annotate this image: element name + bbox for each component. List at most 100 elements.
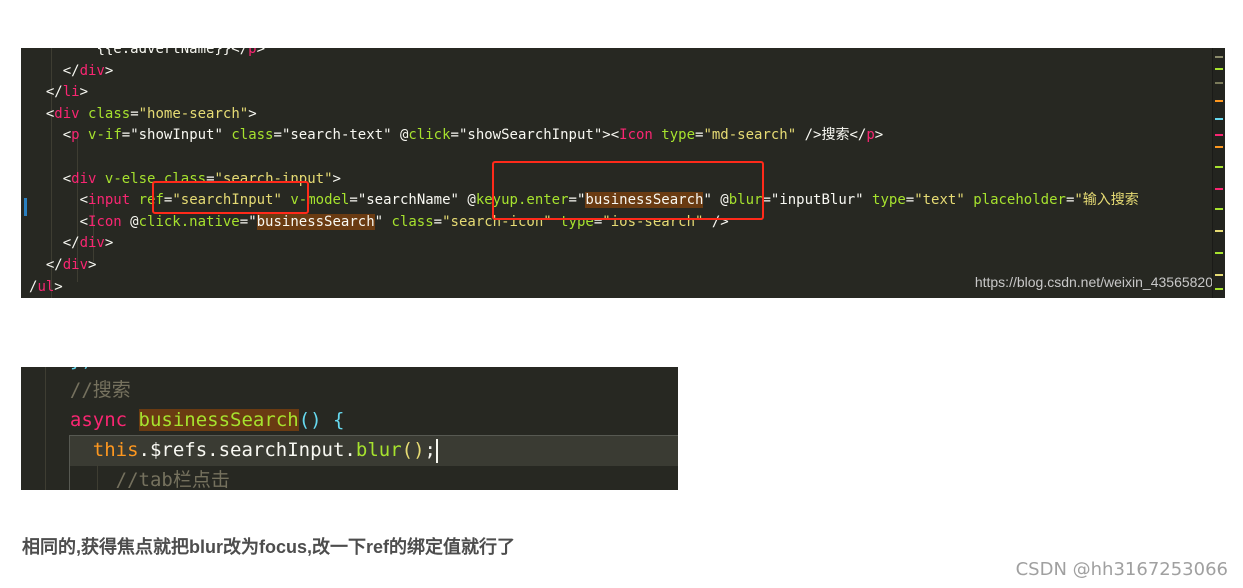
code-token: this — [92, 439, 139, 461]
code-token: class — [391, 213, 434, 230]
code-token: //搜索 — [69, 379, 131, 401]
code-token: click — [408, 127, 451, 144]
text-cursor — [435, 438, 438, 463]
code-token: </ — [231, 48, 249, 57]
code-line: //搜索 — [47, 375, 131, 405]
minimap[interactable] — [1212, 48, 1225, 298]
code-token: Icon — [619, 127, 653, 144]
code-token: "输入搜索 — [1074, 192, 1139, 209]
code-token: = — [349, 192, 358, 209]
code-token: </ — [62, 235, 80, 252]
code-token: > — [602, 127, 611, 144]
csdn-watermark: CSDN @hh3167253066 — [1015, 559, 1228, 580]
code-token: "showInput" — [130, 127, 223, 144]
code-token: async — [69, 409, 128, 431]
code-token: = — [130, 105, 139, 122]
code-token: {{e.advertName}} — [96, 48, 232, 57]
code-token: "text" — [914, 192, 965, 209]
code-line: async businessSearch() { — [47, 405, 344, 435]
code-token: li — [62, 84, 80, 101]
code-token: < — [79, 213, 89, 230]
annotation-box-keyup-enter — [492, 161, 764, 220]
code-token: > — [79, 84, 89, 101]
code-token: click.native — [138, 213, 240, 230]
code-token: = — [905, 192, 915, 209]
code-token: }) — [70, 367, 93, 371]
code-token: = — [239, 213, 249, 230]
code-token: placeholder — [973, 192, 1066, 209]
code-token: > — [874, 127, 884, 144]
indent-guide — [45, 367, 46, 490]
code-token: .$refs.searchInput. — [138, 439, 356, 461]
code-token: > — [256, 48, 266, 57]
code-token: () — [401, 439, 425, 461]
code-token: < — [79, 192, 89, 209]
code-line: </div> — [29, 61, 114, 82]
code-token: @ — [458, 192, 476, 209]
code-token: </ — [849, 127, 867, 144]
article-caption: 相同的,获得焦点就把blur改为focus,改一下ref的绑定值就行了 — [22, 537, 516, 557]
code-line: <div class="home-search"> — [29, 104, 257, 125]
code-line: </div> — [29, 233, 114, 254]
code-line: }) — [47, 367, 93, 375]
code-token: < — [62, 170, 72, 187]
code-token: = — [273, 127, 282, 144]
code-token: < — [610, 127, 620, 144]
code-token: input — [88, 192, 131, 209]
annotation-box-ref — [152, 181, 309, 214]
code-token: type — [872, 192, 906, 209]
git-change-marker — [24, 198, 27, 216]
code-token: businessSearch — [256, 213, 375, 230]
code-token: p — [248, 48, 257, 57]
code-token: > — [88, 257, 97, 273]
code-token: "inputBlur" — [770, 192, 864, 209]
code-token: //tab栏点击 — [115, 469, 230, 490]
code-token: < — [62, 127, 72, 144]
code-token: > — [54, 278, 63, 295]
code-token: " — [248, 213, 257, 230]
code-token: blur — [355, 439, 402, 461]
code-line: /ul> — [29, 277, 63, 298]
code-token: v-else — [104, 170, 156, 187]
code-token: </ — [45, 84, 63, 101]
code-token: = — [450, 127, 459, 144]
code-token: @ — [391, 127, 409, 144]
code-token: </ — [62, 62, 80, 79]
code-token: </ — [45, 257, 63, 273]
code-line: </li> — [29, 82, 88, 103]
code-line: this.$refs.searchInput.blur(); — [47, 435, 438, 465]
code-token: class — [231, 127, 274, 144]
code-token: = — [121, 127, 131, 144]
code-token: "md-search" — [703, 127, 797, 144]
code-token: div — [62, 257, 89, 273]
code-token: p — [71, 127, 80, 144]
code-line: {{e.advertName}}</p> — [29, 48, 265, 60]
code-token: div — [71, 170, 97, 187]
code-token: @ — [121, 213, 139, 230]
code-screenshot-method: }) //搜索 async businessSearch() { this.$r… — [21, 367, 678, 490]
code-line: </div> — [29, 255, 97, 276]
code-token: ; — [424, 439, 436, 461]
code-token: p — [866, 127, 875, 144]
code-token: div — [54, 105, 80, 122]
